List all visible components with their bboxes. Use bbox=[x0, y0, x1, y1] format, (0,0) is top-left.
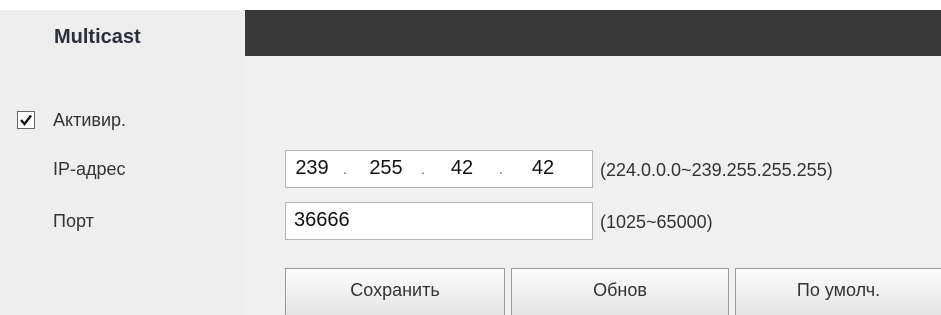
default-button[interactable]: По умолч. bbox=[735, 268, 941, 315]
cropped-document-text bbox=[0, 0, 941, 10]
tab-label: Multicast bbox=[54, 26, 141, 48]
enable-checkbox[interactable] bbox=[17, 111, 35, 129]
ip-octet-4[interactable]: 42 bbox=[519, 157, 567, 180]
port-input[interactable]: 36666 bbox=[285, 202, 593, 240]
port-label: Порт bbox=[53, 211, 94, 231]
refresh-button[interactable]: Обнов bbox=[511, 268, 729, 315]
ip-dot-separator: . bbox=[499, 161, 503, 177]
ip-octet-3[interactable]: 42 bbox=[438, 157, 486, 180]
ip-address-label: IP-адрес bbox=[53, 159, 126, 179]
checkmark-icon bbox=[20, 114, 32, 126]
save-button[interactable]: Сохранить bbox=[285, 268, 505, 315]
ip-octet-1[interactable]: 239 bbox=[288, 157, 336, 180]
ip-range-hint: (224.0.0.0~239.255.255.255) bbox=[600, 160, 833, 180]
ip-dot-separator: . bbox=[343, 161, 347, 177]
ip-address-input[interactable]: 239 . 255 . 42 . 42 bbox=[285, 150, 593, 188]
header-bar bbox=[245, 10, 941, 56]
port-value: 36666 bbox=[294, 209, 350, 231]
tab-multicast[interactable]: Multicast bbox=[0, 10, 245, 56]
multicast-settings-page: Multicast Активир. IP-адрес 239 . 255 . … bbox=[0, 0, 941, 315]
ip-dot-separator: . bbox=[421, 161, 425, 177]
enable-label: Активир. bbox=[53, 110, 127, 130]
ip-octet-2[interactable]: 255 bbox=[362, 157, 410, 180]
port-range-hint: (1025~65000) bbox=[600, 212, 713, 232]
